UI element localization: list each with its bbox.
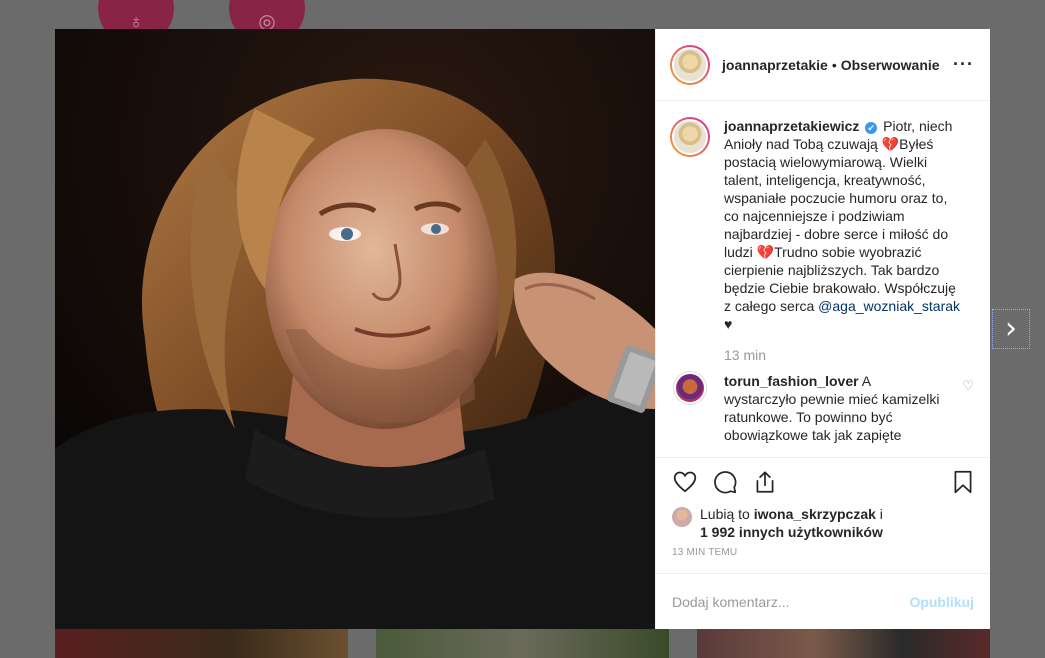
caption-author-avatar[interactable] (670, 117, 710, 157)
comment-username[interactable]: torun_fashion_lover (724, 373, 859, 389)
caption-username[interactable]: joannaprzetakiewicz (724, 118, 859, 134)
liker-username[interactable]: iwona_skrzypczak (754, 506, 876, 522)
verified-badge-icon: ✔ (865, 122, 878, 134)
likes-others-count[interactable]: 1 992 innych użytkowników (700, 524, 883, 540)
comment-bubble-icon[interactable] (712, 469, 738, 495)
mention-link[interactable]: @aga_wozniak_starak (818, 298, 960, 314)
save-bookmark-icon[interactable] (950, 469, 976, 495)
more-options-icon[interactable]: ··· (953, 54, 974, 75)
caption-timestamp[interactable]: 13 min (724, 346, 966, 364)
author-username[interactable]: joannaprzetakie (722, 57, 828, 73)
header-separator: • (831, 56, 837, 73)
comment-body: torun_fashion_lover A wystarczyło pewnie… (724, 372, 942, 444)
post-modal: joannaprzetakie • Obserwowanie ··· joann… (55, 29, 990, 629)
commenter-avatar[interactable] (674, 372, 706, 404)
feed-thumbnail (376, 628, 669, 658)
post-photo (55, 29, 655, 629)
caption-text-2: Byłeś postacią wielowymiarową. Wielki ta… (724, 136, 949, 260)
publish-comment-button[interactable]: Opublikuj (909, 594, 974, 610)
author-avatar[interactable] (670, 44, 710, 85)
likes-text[interactable]: Lubią to iwona_skrzypczak i 1 992 innych… (700, 505, 883, 541)
post-actions-bar (656, 457, 990, 505)
caption-body: joannaprzetakiewicz ✔ Piotr, niech Anioł… (724, 117, 966, 364)
post-timestamp[interactable]: 13 MIN TEMU (656, 541, 990, 569)
follow-status-button[interactable]: Obserwowanie (841, 57, 940, 73)
likes-prefix: Lubią to (700, 506, 754, 522)
share-icon[interactable] (752, 469, 778, 495)
like-heart-icon[interactable] (672, 469, 698, 495)
add-comment-input[interactable]: Dodaj komentarz... (672, 594, 909, 610)
comments-list[interactable]: joannaprzetakiewicz ✔ Piotr, niech Anioł… (656, 101, 990, 457)
comment-row: torun_fashion_lover A wystarczyło pewnie… (670, 372, 974, 444)
liker-avatar[interactable] (672, 507, 692, 527)
caption-row: joannaprzetakiewicz ✔ Piotr, niech Anioł… (670, 117, 974, 364)
comment-like-icon[interactable]: ♡ (962, 378, 974, 394)
add-comment-bar: Dodaj komentarz... Opublikuj (656, 573, 990, 629)
feed-thumbnail (55, 628, 348, 658)
broken-heart-icon: 💔 (881, 136, 900, 152)
chevron-right-icon: › (1005, 311, 1017, 346)
broken-heart-icon: 💔 (756, 244, 775, 260)
likes-joiner: i (875, 506, 883, 522)
post-side-panel: joannaprzetakie • Obserwowanie ··· joann… (655, 29, 990, 629)
post-header: joannaprzetakie • Obserwowanie ··· (656, 29, 990, 101)
black-heart-icon: ♥ (724, 316, 733, 332)
likes-summary: Lubią to iwona_skrzypczak i 1 992 innych… (656, 505, 990, 541)
portrait-illustration (55, 29, 655, 629)
feed-thumbnail (697, 628, 990, 658)
next-post-button[interactable]: › (992, 309, 1030, 349)
